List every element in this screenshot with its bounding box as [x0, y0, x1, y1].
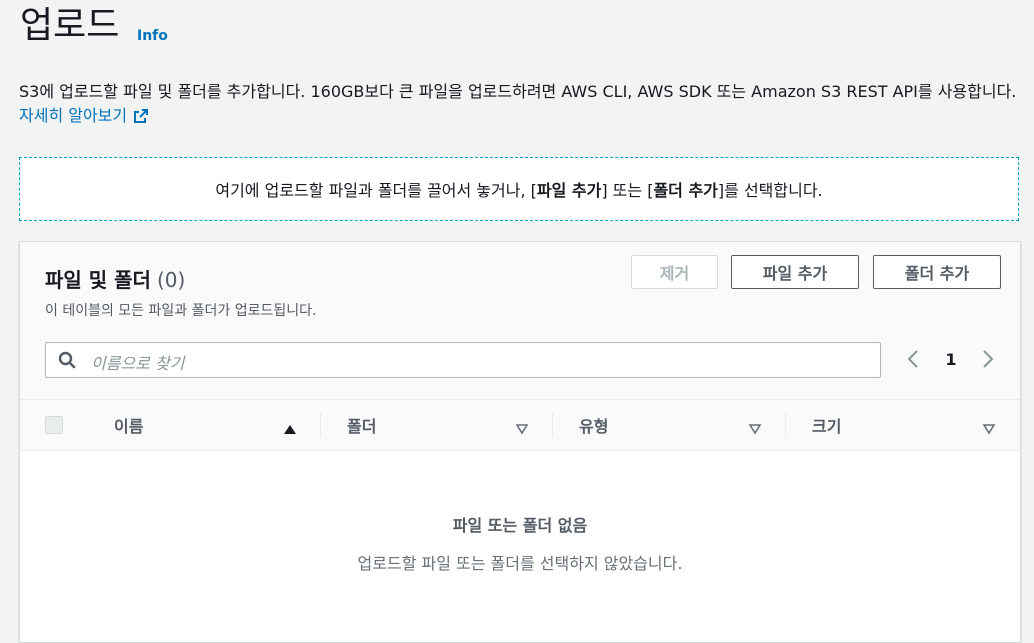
sort-descending-icon[interactable] — [748, 420, 762, 439]
column-header-type[interactable]: 유형 — [579, 400, 608, 450]
learn-more-label: 자세히 알아보기 — [19, 106, 128, 125]
empty-state-title: 파일 또는 폴더 없음 — [452, 516, 588, 535]
panel-description: 이 테이블의 모든 파일과 폴더가 업로드됩니다. — [45, 303, 317, 319]
column-header-name[interactable]: 이름 — [114, 400, 143, 450]
add-folder-button[interactable]: 폴더 추가 — [873, 255, 1001, 289]
sort-ascending-icon[interactable] — [283, 420, 297, 439]
sort-descending-icon[interactable] — [515, 420, 529, 439]
chevron-left-icon[interactable] — [906, 349, 920, 373]
chevron-right-icon[interactable] — [981, 349, 995, 373]
description-text: S3에 업로드할 파일 및 폴더를 추가합니다. 160GB보다 큰 파일을 업… — [19, 82, 1017, 101]
column-divider — [552, 412, 553, 438]
column-header-folder[interactable]: 폴더 — [347, 400, 376, 450]
files-and-folders-panel: 파일 및 폴더 (0) 이 테이블의 모든 파일과 폴더가 업로드됩니다. 제거 … — [19, 241, 1021, 643]
page-description: S3에 업로드할 파일 및 폴더를 추가합니다. 160GB보다 큰 파일을 업… — [19, 80, 1029, 131]
empty-state-description: 업로드할 파일 또는 폴더를 선택하지 않았습니다. — [357, 554, 683, 573]
dropzone-text: 여기에 업로드할 파일과 폴더를 끌어서 놓거나, [파일 추가] 또는 [폴더… — [215, 181, 823, 200]
item-count: (0) — [156, 268, 186, 292]
page-number[interactable]: 1 — [938, 350, 964, 369]
search-placeholder: 이름으로 찾기 — [91, 354, 185, 373]
column-divider — [320, 412, 321, 438]
panel-title: 파일 및 폴더 (0) — [45, 268, 186, 292]
select-all-checkbox[interactable] — [45, 416, 63, 434]
column-header-size[interactable]: 크기 — [812, 400, 841, 450]
sort-descending-icon[interactable] — [982, 420, 996, 439]
panel-header: 파일 및 폴더 (0) 이 테이블의 모든 파일과 폴더가 업로드됩니다. 제거 … — [20, 242, 1020, 399]
search-input[interactable]: 이름으로 찾기 — [45, 342, 881, 378]
learn-more-link[interactable]: 자세히 알아보기 — [19, 106, 149, 125]
remove-button[interactable]: 제거 — [631, 255, 718, 289]
table-header: 이름 폴더 유형 크기 — [20, 399, 1020, 451]
column-divider — [785, 412, 786, 438]
info-link[interactable]: Info — [137, 28, 168, 44]
external-link-icon — [133, 107, 149, 131]
page-title: 업로드 — [20, 5, 120, 46]
add-files-button[interactable]: 파일 추가 — [731, 255, 859, 289]
search-icon — [58, 351, 76, 373]
upload-dropzone[interactable]: 여기에 업로드할 파일과 폴더를 끌어서 놓거나, [파일 추가] 또는 [폴더… — [19, 157, 1019, 221]
